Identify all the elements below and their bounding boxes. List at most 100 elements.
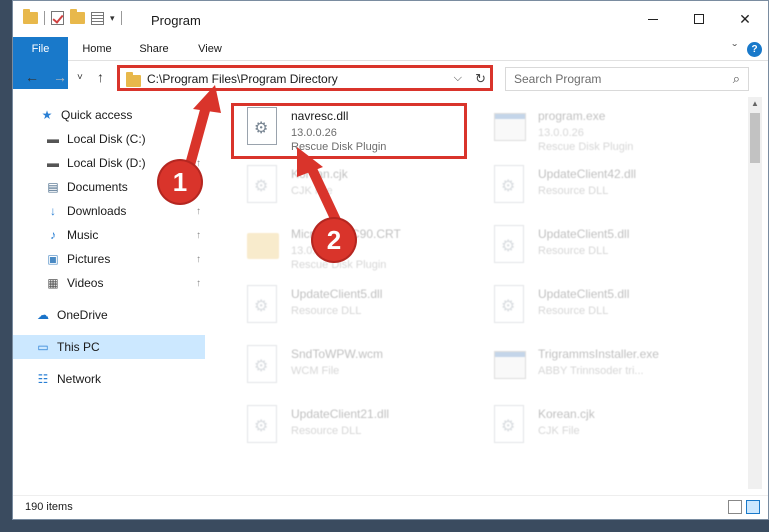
customize-toolbar-icon[interactable]: ▾ — [110, 13, 115, 24]
sidebar-item-label: Network — [57, 372, 102, 386]
file-item[interactable]: SndToWPW.wcm WCM File — [239, 341, 479, 393]
documents-icon: ▤ — [47, 180, 59, 194]
close-button[interactable]: ✕ — [722, 1, 768, 37]
new-folder-icon[interactable] — [70, 9, 85, 24]
file-name: Korean.cjk — [538, 407, 595, 421]
network-icon: ☷ — [37, 372, 49, 386]
sidebar-item-this-pc[interactable]: ▭ This PC — [13, 335, 205, 359]
sidebar-item-videos[interactable]: ▦ Videos ↑ — [13, 271, 205, 295]
up-button[interactable]: ↑ — [97, 69, 104, 85]
folder-icon — [23, 9, 38, 24]
minimize-button[interactable] — [630, 1, 676, 37]
dll-file-icon — [494, 165, 528, 205]
music-icon: ♪ — [50, 228, 56, 242]
file-name: UpdateClient5.dll — [538, 227, 630, 241]
sidebar-item-label: Documents — [67, 180, 128, 194]
minimize-icon — [648, 18, 658, 20]
dll-file-icon — [247, 165, 281, 205]
sidebar-item-label: Local Disk (D:) — [67, 156, 146, 170]
pin-icon[interactable]: ↑ — [196, 278, 201, 289]
file-detail: CJK File — [538, 425, 580, 437]
maximize-button[interactable] — [676, 1, 722, 37]
drive-icon: ▬ — [47, 132, 59, 146]
dll-file-icon — [247, 285, 281, 325]
sidebar-item-pictures[interactable]: ▣ Pictures ↑ — [13, 247, 205, 271]
dll-file-icon — [494, 405, 528, 445]
sidebar-item-label: Quick access — [61, 108, 133, 122]
window-title: Program — [151, 13, 201, 28]
sidebar-item-label: This PC — [57, 340, 100, 354]
file-detail: ABBY Trinnsoder tri... — [538, 365, 644, 377]
file-detail: Resource DLL — [538, 305, 609, 317]
dll-file-icon — [247, 405, 281, 445]
file-name: TrigrammsInstaller.exe — [538, 347, 659, 361]
view-buttons — [728, 500, 760, 514]
search-icon: ⌕ — [732, 71, 740, 86]
file-item[interactable]: UpdateClient5.dll Resource DLL — [486, 281, 726, 333]
search-input[interactable]: Search Program ⌕ — [505, 67, 749, 91]
pin-icon[interactable]: ↑ — [196, 230, 201, 241]
back-button[interactable]: ← — [25, 69, 39, 85]
file-detail: Resource DLL — [538, 245, 609, 257]
star-icon: ★ — [41, 108, 53, 122]
view-list-icon[interactable] — [91, 11, 104, 25]
sidebar-item-label: Downloads — [67, 204, 127, 218]
large-icons-view-icon[interactable] — [746, 500, 760, 514]
ribbon-right: ˇ ? — [732, 41, 762, 57]
file-detail: Rescue Disk Plugin — [538, 141, 634, 153]
callout-badge-1: 1 — [159, 161, 201, 203]
tab-home[interactable]: Home — [75, 37, 119, 61]
file-detail: WCM File — [291, 365, 340, 377]
video-icon: ▦ — [47, 276, 59, 290]
title-bar: ▾ Program ✕ — [13, 1, 768, 39]
help-icon[interactable]: ? — [747, 41, 762, 57]
scroll-up-icon[interactable]: ▲ — [751, 99, 759, 108]
toolbar-divider — [120, 11, 122, 25]
sidebar-item-label: Music — [67, 228, 99, 242]
file-item[interactable]: Korean.cjk CJK File — [486, 401, 726, 453]
sidebar-item-label: Local Disk (C:) — [67, 132, 146, 146]
sidebar-item-music[interactable]: ♪ Music ↑ — [13, 223, 205, 247]
expand-ribbon-icon[interactable]: ˇ — [732, 41, 737, 57]
file-item[interactable]: program.exe 13.0.0.26 Rescue Disk Plugin — [486, 103, 726, 155]
dll-file-icon — [247, 345, 281, 385]
close-icon: ✕ — [739, 10, 751, 27]
tab-share[interactable]: Share — [133, 37, 175, 61]
item-count: 190 items — [25, 501, 73, 513]
ribbon-tabs: File Home Share View ˇ ? — [13, 37, 768, 89]
maximize-icon — [694, 14, 704, 24]
file-detail: Resource DLL — [538, 185, 609, 197]
pin-icon[interactable]: ↑ — [196, 254, 201, 265]
file-detail: Rescue Disk Plugin — [291, 259, 387, 271]
tab-view[interactable]: View — [191, 37, 229, 61]
sidebar-item-network[interactable]: ☷ Network — [13, 367, 205, 391]
file-item[interactable]: UpdateClient5.dll Resource DLL — [239, 281, 479, 333]
file-name: UpdateClient21.dll — [291, 407, 390, 421]
pc-icon: ▭ — [37, 340, 49, 354]
toolbar-divider — [44, 11, 45, 25]
sidebar-item-onedrive[interactable]: ☁ OneDrive — [13, 303, 205, 327]
details-view-icon[interactable] — [728, 500, 742, 514]
file-detail: Resource DLL — [291, 425, 362, 437]
vertical-scrollbar[interactable]: ▲ — [748, 97, 762, 489]
file-item[interactable]: UpdateClient21.dll Resource DLL — [239, 401, 479, 453]
file-name: UpdateClient5.dll — [291, 287, 383, 301]
file-item[interactable]: UpdateClient5.dll Resource DLL — [486, 221, 726, 273]
sidebar-item-label: OneDrive — [57, 308, 108, 322]
recent-locations-button[interactable]: ˅ — [77, 72, 83, 83]
file-item[interactable]: TrigrammsInstaller.exe ABBY Trinnsoder tr… — [486, 341, 726, 393]
file-name: program.exe — [538, 109, 606, 123]
window-controls: ✕ — [630, 1, 768, 37]
file-item[interactable]: UpdateClient42.dll Resource DLL — [486, 161, 726, 213]
drive-icon: ▬ — [47, 156, 59, 170]
file-name: UpdateClient5.dll — [538, 287, 630, 301]
forward-button[interactable]: → — [53, 69, 67, 85]
scroll-thumb[interactable] — [750, 113, 760, 163]
pictures-icon: ▣ — [47, 252, 59, 266]
cloud-icon: ☁ — [37, 308, 49, 322]
file-name: UpdateClient42.dll — [538, 167, 637, 181]
explorer-window: ▾ Program ✕ File Home Share View ˇ ? ← →… — [12, 0, 769, 520]
pin-icon[interactable]: ↑ — [196, 206, 201, 217]
download-icon: ↓ — [50, 204, 56, 218]
properties-check-icon[interactable] — [51, 11, 64, 25]
